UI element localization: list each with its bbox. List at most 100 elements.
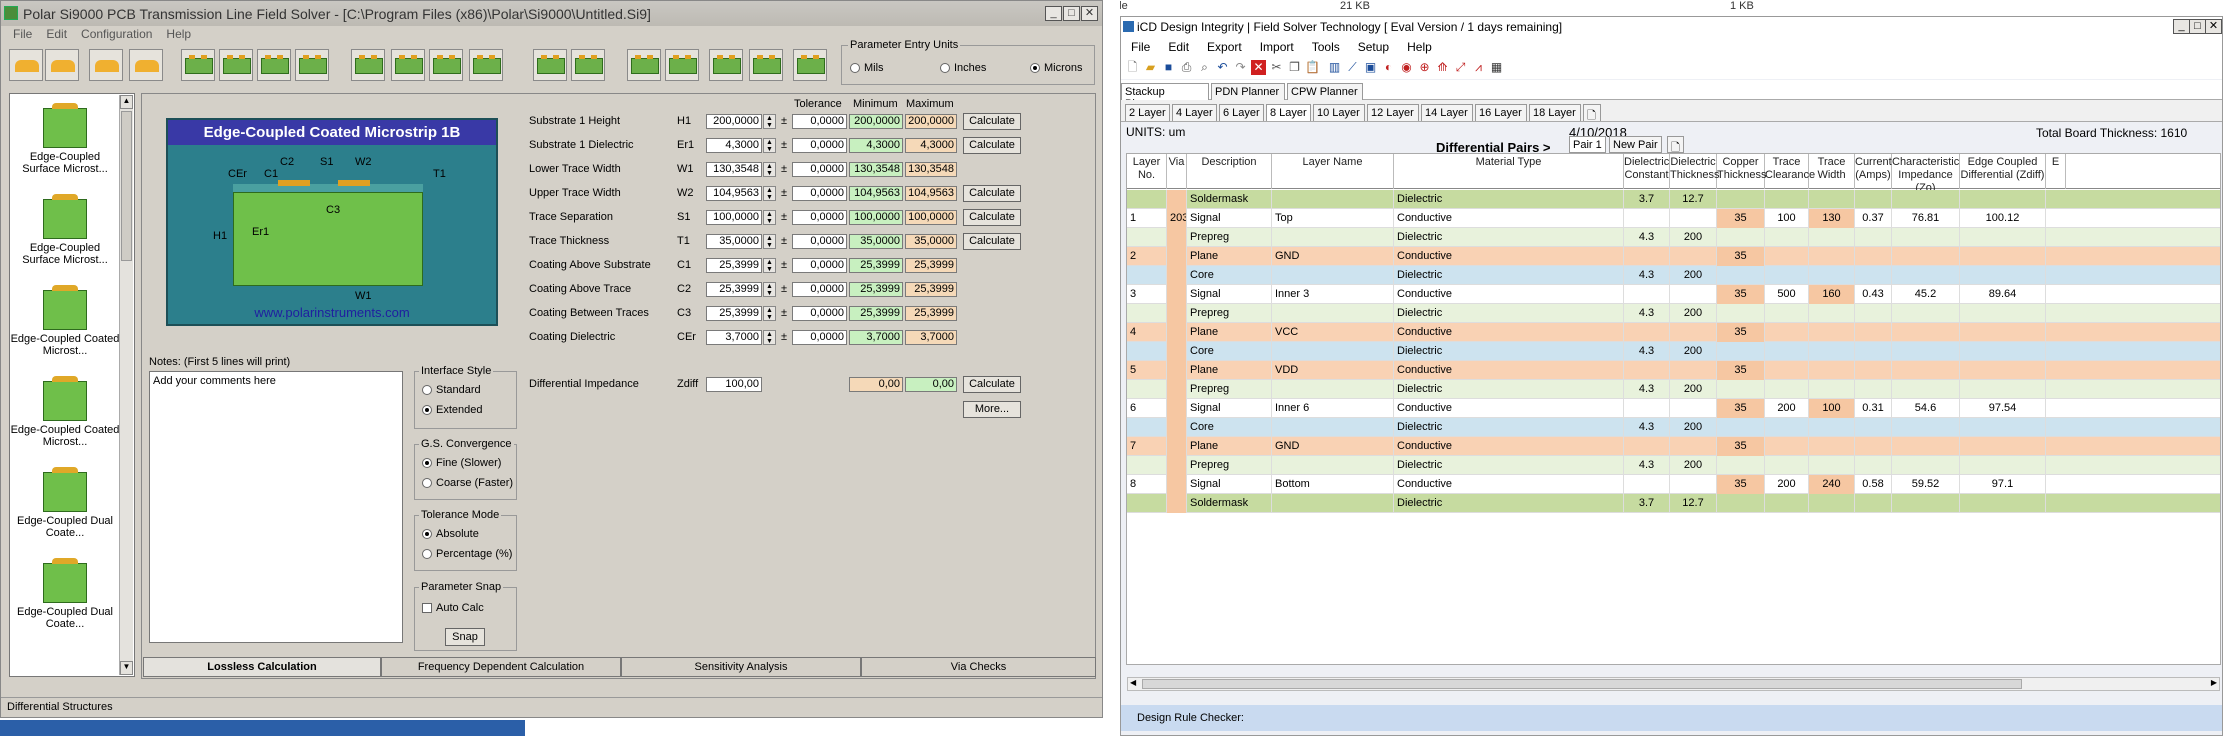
table-row[interactable]: Prepreg Dielectric 4.3 200 xyxy=(1127,380,2220,399)
zdiff-max-field[interactable]: 0,00 xyxy=(905,377,957,392)
param-spinner[interactable]: ▲ ▼ xyxy=(763,306,776,321)
table-row[interactable]: Soldermask Dielectric 3.7 12.7 xyxy=(1127,190,2220,209)
table-row[interactable]: 8 Signal Bottom Conductive 35 200 240 0.58 59.52… xyxy=(1127,475,2220,494)
close-button[interactable]: ✕ xyxy=(1081,6,1098,21)
structure-list-item[interactable]: Edge-Coupled Coated Microst... xyxy=(10,376,120,448)
tab-via-checks[interactable]: Via Checks xyxy=(861,657,1096,677)
gs-radio[interactable] xyxy=(422,478,432,489)
tolmode-radio[interactable] xyxy=(422,529,432,540)
table-row[interactable]: 1 203 Signal Top Conductive 35 100 130 0.37 76.81… xyxy=(1127,209,2220,228)
pair-tab[interactable]: Pair 1 xyxy=(1569,136,1606,153)
tolmode-option-absolute[interactable]: Absolute xyxy=(422,528,479,540)
menu-configuration[interactable]: Configuration xyxy=(81,27,152,41)
table-row[interactable]: 7 Plane GND Conductive 35 xyxy=(1127,437,2220,456)
toolbar-structure-7-button[interactable] xyxy=(257,49,291,81)
tab-lossless-calculation[interactable]: Lossless Calculation xyxy=(143,657,381,677)
add-layer-tab-icon[interactable]: 🗋 xyxy=(1583,104,1601,122)
add-pair-icon[interactable]: 🗋 xyxy=(1667,136,1684,154)
layer-tab-12-layer[interactable]: 12 Layer xyxy=(1367,104,1419,121)
param-spinner[interactable]: ▲ ▼ xyxy=(763,138,776,153)
tab-frequency-dependent-calculation[interactable]: Frequency Dependent Calculation xyxy=(381,657,621,677)
save-icon[interactable]: ■ xyxy=(1161,60,1176,75)
param-spinner[interactable]: ▲ ▼ xyxy=(763,162,776,177)
open-folder-icon[interactable]: ▰ xyxy=(1143,60,1158,75)
layer-tab-4-layer[interactable]: 4 Layer xyxy=(1172,104,1217,121)
param-spinner[interactable]: ▲ ▼ xyxy=(763,210,776,225)
tolmode-radio[interactable] xyxy=(422,549,432,560)
icd-menu-file[interactable]: File xyxy=(1131,40,1150,54)
param-min-field[interactable]: 200,0000 xyxy=(849,114,903,129)
layer-tab-14-layer[interactable]: 14 Layer xyxy=(1421,104,1473,121)
param-spinner[interactable]: ▲ ▼ xyxy=(763,258,776,273)
more-button[interactable]: More... xyxy=(963,401,1021,418)
param-value-field[interactable]: 25,3999 xyxy=(706,258,762,273)
structure-list-scrollbar[interactable]: ▲ ▼ xyxy=(119,95,133,675)
icd-menu-import[interactable]: Import xyxy=(1260,40,1294,54)
impedance-icon[interactable]: ⊕ xyxy=(1417,60,1432,75)
param-tolerance-field[interactable]: 0,0000 xyxy=(792,186,847,201)
param-tolerance-field[interactable]: 0,0000 xyxy=(792,330,847,345)
param-max-field[interactable]: 200,0000 xyxy=(905,114,957,129)
calculate-zdiff-button[interactable]: Calculate xyxy=(963,376,1021,393)
toolbar-structure-16-button[interactable] xyxy=(665,49,699,81)
structure-list-item[interactable]: Edge-Coupled Coated Microst... xyxy=(10,285,120,357)
delete-icon[interactable]: ✕ xyxy=(1251,60,1266,75)
layers-icon[interactable]: ▣ xyxy=(1363,60,1378,75)
param-spinner[interactable]: ▲ ▼ xyxy=(763,234,776,249)
maximize-button[interactable]: □ xyxy=(1063,6,1080,21)
via-icon[interactable]: ◉ xyxy=(1399,60,1414,75)
structure-list-item[interactable]: Edge-Coupled Dual Coate... xyxy=(10,558,120,630)
param-min-field[interactable]: 3,7000 xyxy=(849,330,903,345)
param-value-field[interactable]: 4,3000 xyxy=(706,138,762,153)
calculate-t1-button[interactable]: Calculate xyxy=(963,233,1021,250)
param-value-field[interactable]: 200,0000 xyxy=(706,114,762,129)
interface-radio[interactable] xyxy=(422,405,432,416)
param_units-option-inches[interactable]: Inches xyxy=(940,62,986,74)
icd-menu-setup[interactable]: Setup xyxy=(1358,40,1389,54)
param-min-field[interactable]: 35,0000 xyxy=(849,234,903,249)
param-max-field[interactable]: 25,3999 xyxy=(905,258,957,273)
param-spinner[interactable]: ▲ ▼ xyxy=(763,186,776,201)
param-value-field[interactable]: 104,9563 xyxy=(706,186,762,201)
toolbar-structure-10-button[interactable] xyxy=(391,49,425,81)
zdiff-min-field[interactable]: 0,00 xyxy=(849,377,903,392)
param-tolerance-field[interactable]: 0,0000 xyxy=(792,210,847,225)
param-tolerance-field[interactable]: 0,0000 xyxy=(792,138,847,153)
print-icon[interactable]: ⎙ xyxy=(1179,60,1194,75)
param-min-field[interactable]: 130,3548 xyxy=(849,162,903,177)
tolmode-option-percentage-[interactable]: Percentage (%) xyxy=(422,548,512,560)
icd-maximize-button[interactable]: □ xyxy=(2189,19,2206,34)
menu-edit[interactable]: Edit xyxy=(46,27,67,41)
new-file-icon[interactable]: 🗋 xyxy=(1125,60,1140,75)
tab-pdn-planner[interactable]: PDN Planner xyxy=(1211,83,1285,100)
toolbar-structure-12-button[interactable] xyxy=(469,49,503,81)
toolbar-structure-4-button[interactable] xyxy=(129,49,163,81)
param-max-field[interactable]: 104,9563 xyxy=(905,186,957,201)
param-tolerance-field[interactable]: 0,0000 xyxy=(792,306,847,321)
tab-cpw-planner[interactable]: CPW Planner xyxy=(1287,83,1363,100)
icd-menu-edit[interactable]: Edit xyxy=(1168,40,1189,54)
param-value-field[interactable]: 100,0000 xyxy=(706,210,762,225)
cut-icon[interactable]: ✂ xyxy=(1269,60,1284,75)
columns-icon[interactable]: ▥ xyxy=(1327,60,1342,75)
param-max-field[interactable]: 3,7000 xyxy=(905,330,957,345)
menu-help[interactable]: Help xyxy=(166,27,191,41)
interface-option-standard[interactable]: Standard xyxy=(422,384,481,396)
paste-icon[interactable]: 📋 xyxy=(1305,60,1320,75)
layer-tab-10-layer[interactable]: 10 Layer xyxy=(1313,104,1365,121)
toolbar-structure-18-button[interactable] xyxy=(749,49,783,81)
param-value-field[interactable]: 25,3999 xyxy=(706,282,762,297)
table-row[interactable]: Core Dielectric 4.3 200 xyxy=(1127,418,2220,437)
param-spinner[interactable]: ▲ ▼ xyxy=(763,282,776,297)
zdiff-field[interactable]: 100,00 xyxy=(706,377,762,392)
toolbar-structure-11-button[interactable] xyxy=(429,49,463,81)
print-preview-icon[interactable]: ⌕ xyxy=(1197,60,1212,75)
param-tolerance-field[interactable]: 0,0000 xyxy=(792,162,847,177)
param-max-field[interactable]: 100,0000 xyxy=(905,210,957,225)
param_units-radio[interactable] xyxy=(850,63,860,74)
toolbar-structure-6-button[interactable] xyxy=(219,49,253,81)
graph-icon[interactable]: ⤢ xyxy=(1453,60,1468,75)
param-tolerance-field[interactable]: 0,0000 xyxy=(792,234,847,249)
new-pair-tab[interactable]: New Pair xyxy=(1609,136,1662,153)
polar-url[interactable]: www.polarinstruments.com xyxy=(168,305,496,320)
